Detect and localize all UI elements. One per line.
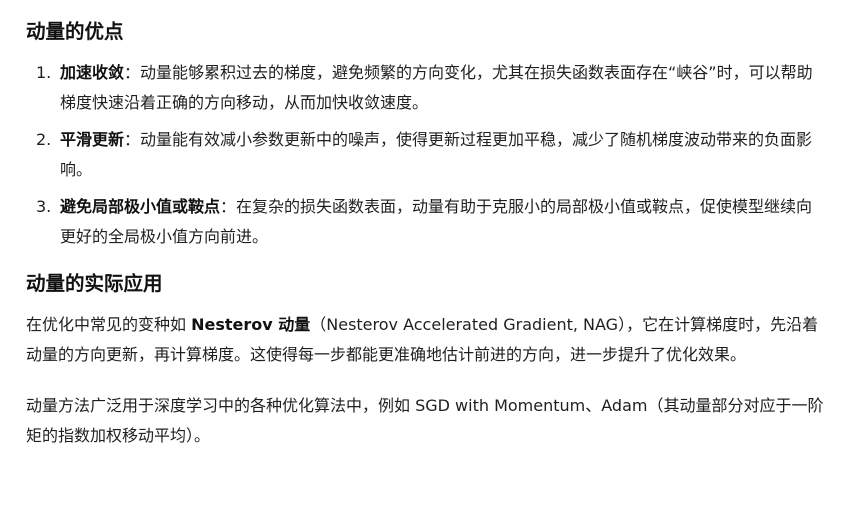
document: 动量的优点 1. 加速收敛：动量能够累积过去的梯度，避免频繁的方向变化，尤其在损… bbox=[0, 0, 852, 530]
paragraph-text: 在优化中常见的变种如 bbox=[26, 315, 192, 334]
item-description: ：动量能够累积过去的梯度，避免频繁的方向变化，尤其在损失函数表面存在“峡谷”时，… bbox=[60, 63, 813, 112]
list-item: 3. 避免局部极小值或鞍点：在复杂的损失函数表面，动量有助于克服小的局部极小值或… bbox=[26, 192, 826, 252]
section-heading-applications: 动量的实际应用 bbox=[26, 272, 163, 295]
paragraph-nesterov: 在优化中常见的变种如 Nesterov 动量（Nesterov Accelera… bbox=[26, 310, 826, 370]
paragraph-usage: 动量方法广泛用于深度学习中的各种优化算法中，例如 SGD with Moment… bbox=[26, 396, 824, 445]
list-number: 2. bbox=[36, 130, 52, 149]
list-number: 3. bbox=[36, 197, 52, 216]
bold-term-nesterov: Nesterov 动量 bbox=[191, 315, 311, 334]
list-item: 2. 平滑更新：动量能有效减小参数更新中的噪声，使得更新过程更加平稳，减少了随机… bbox=[26, 125, 826, 185]
advantages-list: 1. 加速收敛：动量能够累积过去的梯度，避免频繁的方向变化，尤其在损失函数表面存… bbox=[26, 58, 826, 252]
list-item: 1. 加速收敛：动量能够累积过去的梯度，避免频繁的方向变化，尤其在损失函数表面存… bbox=[26, 58, 826, 118]
item-description: ：动量能有效减小参数更新中的噪声，使得更新过程更加平稳，减少了随机梯度波动带来的… bbox=[60, 130, 813, 179]
list-number: 1. bbox=[36, 63, 52, 82]
item-term: 加速收敛 bbox=[60, 63, 125, 82]
section-heading-advantages: 动量的优点 bbox=[26, 20, 124, 43]
item-term: 避免局部极小值或鞍点 bbox=[60, 197, 221, 216]
item-term: 平滑更新 bbox=[60, 130, 125, 149]
